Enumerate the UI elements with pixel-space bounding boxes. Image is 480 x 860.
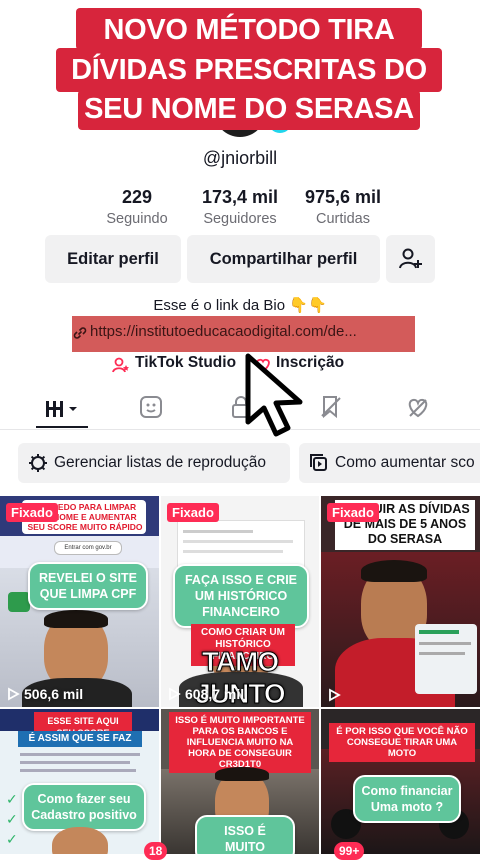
person-plus-icon (398, 248, 422, 269)
stat-following-value: 229 (121, 187, 153, 207)
tiktok-studio-link[interactable]: TikTok Studio (135, 354, 236, 372)
grow-score-label: Como aumentar sco (335, 454, 475, 471)
stat-likes-value: 975,6 mil (304, 187, 382, 207)
video-3-pinned-badge: Fixado (327, 503, 379, 522)
username: @jniorbill (202, 148, 278, 168)
video-1-govbr-button: Entrar com gov.br (54, 541, 122, 555)
video-2-view-count: 608,7 mil (185, 686, 245, 702)
video-5-bubble: ISSO É MUITO (195, 815, 295, 854)
link-icon (73, 327, 87, 339)
activity-badge[interactable]: 99+ (334, 842, 365, 860)
video-1-bubble: REVELEI O SITE QUE LIMPA CPF (28, 562, 148, 610)
video-1-views: 506,6 mil (6, 686, 83, 702)
stat-followers-value: 173,4 mil (201, 187, 279, 207)
bookmark-icon (321, 396, 341, 419)
stat-following[interactable]: 229 Seguindo (90, 186, 184, 229)
video-thumbnail-5[interactable]: ISSO É MUITO IMPORTANTE PARA OS BANCOS E… (161, 709, 319, 854)
video-6-bubble: Como financiar Uma moto ? (353, 775, 461, 823)
video-thumbnail-3[interactable]: EXCLUIR AS DÍVIDAS DE MAIS DE 5 ANOS DO … (321, 496, 480, 707)
video-1-pinned-badge: Fixado (6, 503, 58, 522)
manage-playlists-button[interactable]: Gerenciar listas de reprodução (18, 443, 290, 483)
tab-videos[interactable] (46, 394, 77, 424)
profile-tab-bar (0, 390, 480, 430)
video-thumbnail-4[interactable]: ESSE SITE AQUI SEU SCORE É ASSIM QUE SE … (0, 709, 159, 854)
stat-following-label: Seguindo (106, 211, 168, 227)
video-thumbnail-6[interactable]: É POR ISSO QUE VOCÊ NÃO CONSEGUE TIRAR U… (321, 709, 480, 854)
manage-playlists-label: Gerenciar listas de reprodução (54, 454, 266, 471)
play-icon (169, 687, 181, 701)
video-thumbnail-2[interactable]: FAÇA ISSO E CRIE UM HISTÓRICO FINANCEIRO… (161, 496, 319, 707)
bio-link[interactable]: https://institutoeducacaodigital.com/de.… (90, 323, 357, 340)
grid-icon (46, 401, 77, 417)
headline-line-3: SEU NOME DO SERASA (84, 93, 414, 125)
video-4-bubble: Como fazer seu Cadastro positivo (22, 783, 146, 831)
grow-score-button[interactable]: Como aumentar sco (299, 443, 480, 483)
mouse-pointer-icon (245, 353, 303, 437)
video-2-bubble: FAÇA ISSO E CRIE UM HISTÓRICO FINANCEIRO (173, 564, 309, 628)
play-icon (8, 687, 20, 701)
edit-profile-button[interactable]: Editar perfil (45, 235, 181, 283)
tab-divider (0, 429, 480, 430)
tiktok-studio-icon (112, 357, 129, 373)
video-thumbnail-1[interactable]: SEGREDO PARA LIMPAR SEU NOME E AUMENTAR … (0, 496, 159, 707)
headline-line-1: NOVO MÉTODO TIRA (103, 14, 395, 46)
active-tab-indicator (36, 426, 88, 428)
bio-text: Esse é o link da Bio 👇👇 (153, 297, 327, 314)
video-2-views: 608,7 mil (167, 686, 244, 702)
video-6-red-tag: É POR ISSO QUE VOCÊ NÃO CONSEGUE TIRAR U… (329, 723, 475, 762)
stat-followers[interactable]: 173,4 mil Seguidores (192, 186, 288, 229)
video-4-banner: É ASSIM QUE SE FAZ (18, 731, 142, 747)
tab-liked[interactable] (404, 394, 434, 424)
gear-icon (29, 454, 47, 472)
stat-likes[interactable]: 975,6 mil Curtidas (294, 186, 392, 229)
video-overlay-headline: NOVO MÉTODO TIRA DÍVIDAS PRESCRITAS DO S… (56, 8, 442, 130)
video-2-pinned-badge: Fixado (167, 503, 219, 522)
add-friend-button[interactable] (386, 235, 435, 283)
play-icon (329, 688, 341, 702)
stat-followers-label: Seguidores (203, 211, 277, 227)
inbox-badge[interactable]: 18 (144, 842, 168, 860)
video-1-view-count: 506,6 mil (24, 686, 84, 702)
tab-stickers[interactable] (138, 394, 168, 424)
stat-likes-label: Curtidas (316, 211, 370, 227)
playlist-icon (310, 454, 327, 471)
video-3-views (327, 688, 345, 702)
liked-heart-icon (408, 398, 428, 418)
tab-saved[interactable] (318, 394, 348, 424)
share-profile-button[interactable]: Compartilhar perfil (187, 235, 380, 283)
video-5-red-tag: ISSO É MUITO IMPORTANTE PARA OS BANCOS E… (169, 712, 311, 773)
sticker-icon (140, 396, 162, 418)
headline-line-2: DÍVIDAS PRESCRITAS DO (71, 54, 427, 86)
